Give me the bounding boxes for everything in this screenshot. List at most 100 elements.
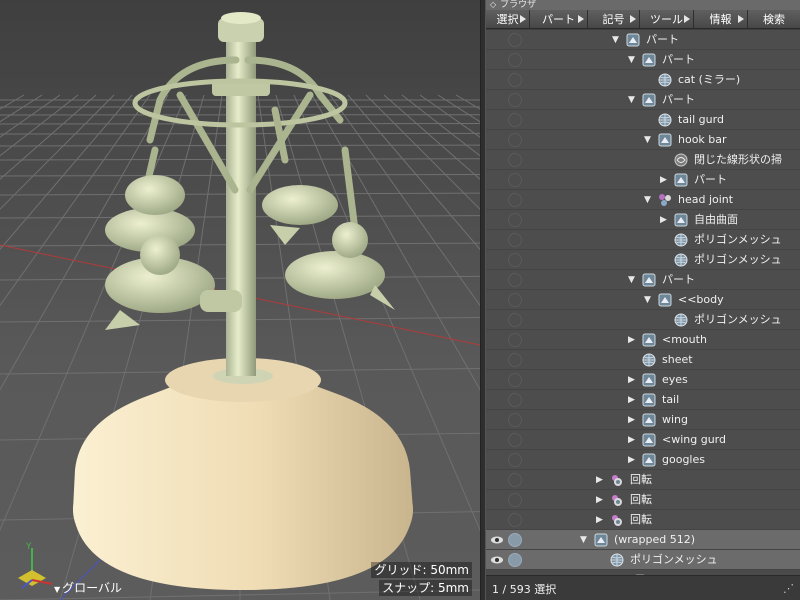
expand-arrow-icon[interactable]: ▶ (628, 390, 635, 410)
lock-toggle[interactable] (508, 313, 522, 327)
tree-row[interactable]: ▶ googles (486, 450, 800, 470)
tree-row[interactable]: sheet (486, 350, 800, 370)
tree-row[interactable]: ▶ <wing gurd (486, 430, 800, 450)
coordinate-system-dropdown[interactable]: ▼ グローバル (54, 579, 122, 596)
tree-row[interactable]: cat (ミラー) (486, 70, 800, 90)
visibility-eye-icon[interactable] (490, 253, 504, 267)
lock-toggle[interactable] (508, 233, 522, 247)
expand-arrow-icon[interactable]: ▶ (628, 430, 635, 450)
expand-arrow-icon[interactable]: ▶ (660, 170, 667, 190)
lock-toggle[interactable] (508, 473, 522, 487)
collapse-arrow-icon[interactable]: ▼ (644, 290, 651, 310)
collapse-arrow-icon[interactable]: ▼ (644, 130, 651, 150)
visibility-eye-icon[interactable] (490, 33, 504, 47)
collapse-arrow-icon[interactable]: ▼ (612, 30, 619, 50)
lock-toggle[interactable] (508, 533, 522, 547)
lock-toggle[interactable] (508, 133, 522, 147)
tree-row[interactable]: ▼ (wrapped 512) (486, 530, 800, 550)
menu-info[interactable]: 情報 (694, 10, 748, 29)
lock-toggle[interactable] (508, 393, 522, 407)
tree-row[interactable]: ポリゴンメッシュ (486, 550, 800, 570)
collapse-icon[interactable]: ◇ (490, 0, 496, 9)
expand-arrow-icon[interactable]: ▶ (628, 330, 635, 350)
lock-toggle[interactable] (508, 253, 522, 267)
3d-viewport[interactable]: Y ▼ グローバル グリッド: 50mm スナップ: 5mm (0, 0, 480, 600)
visibility-eye-icon[interactable] (490, 113, 504, 127)
visibility-eye-icon[interactable] (490, 53, 504, 67)
tree-row[interactable]: ▼ hook bar (486, 130, 800, 150)
visibility-eye-icon[interactable] (490, 513, 504, 527)
tree-row[interactable]: ポリゴンメッシュ (486, 250, 800, 270)
lock-toggle[interactable] (508, 213, 522, 227)
collapse-arrow-icon[interactable]: ▼ (644, 190, 651, 210)
menu-search[interactable]: 検索 (748, 10, 800, 29)
visibility-eye-icon[interactable] (490, 433, 504, 447)
lock-toggle[interactable] (508, 333, 522, 347)
collapse-arrow-icon[interactable]: ▼ (628, 270, 635, 290)
visibility-eye-icon[interactable] (490, 173, 504, 187)
expand-arrow-icon[interactable]: ▶ (628, 450, 635, 470)
visibility-eye-icon[interactable] (490, 393, 504, 407)
tree-row[interactable]: 閉じた線形状の掃 (486, 150, 800, 170)
resize-grip-icon[interactable]: ⋰ (783, 582, 794, 595)
visibility-eye-icon[interactable] (490, 313, 504, 327)
visibility-eye-icon[interactable] (490, 93, 504, 107)
collapse-arrow-icon[interactable]: ▼ (580, 530, 587, 550)
lock-toggle[interactable] (508, 53, 522, 67)
tree-row[interactable]: ▼ <<body (486, 290, 800, 310)
lock-toggle[interactable] (508, 493, 522, 507)
tree-row[interactable]: ▶ 回転 (486, 490, 800, 510)
expand-arrow-icon[interactable]: ▶ (628, 410, 635, 430)
visibility-eye-icon[interactable] (490, 373, 504, 387)
visibility-eye-icon[interactable] (490, 293, 504, 307)
expand-arrow-icon[interactable]: ▶ (628, 370, 635, 390)
lock-toggle[interactable] (508, 453, 522, 467)
lock-toggle[interactable] (508, 33, 522, 47)
visibility-eye-icon[interactable] (490, 233, 504, 247)
lock-toggle[interactable] (508, 513, 522, 527)
tree-row[interactable]: tail gurd (486, 110, 800, 130)
tree-row[interactable]: ▶ tail (486, 390, 800, 410)
lock-toggle[interactable] (508, 73, 522, 87)
visibility-eye-icon[interactable] (490, 153, 504, 167)
lock-toggle[interactable] (508, 353, 522, 367)
collapse-arrow-icon[interactable]: ▼ (628, 50, 635, 70)
tree-row[interactable]: ▼ パート (486, 50, 800, 70)
tree-row[interactable]: ▶ eyes (486, 370, 800, 390)
lock-toggle[interactable] (508, 153, 522, 167)
panel-title-bar[interactable]: ◇ ブラウザ (486, 0, 800, 10)
lock-toggle[interactable] (508, 373, 522, 387)
visibility-eye-icon[interactable] (490, 533, 504, 547)
lock-toggle[interactable] (508, 113, 522, 127)
lock-toggle[interactable] (508, 173, 522, 187)
visibility-eye-icon[interactable] (490, 353, 504, 367)
tree-row[interactable]: ▼ パート (486, 270, 800, 290)
tree-row[interactable]: ▶ 回転 (486, 470, 800, 490)
tree-row[interactable]: ポリゴンメッシュ (486, 230, 800, 250)
visibility-eye-icon[interactable] (490, 413, 504, 427)
visibility-eye-icon[interactable] (490, 493, 504, 507)
tree-row[interactable]: ▼ パート (486, 90, 800, 110)
tree-row[interactable]: ▶ 回転 (486, 510, 800, 530)
visibility-eye-icon[interactable] (490, 333, 504, 347)
visibility-eye-icon[interactable] (490, 453, 504, 467)
expand-arrow-icon[interactable]: ▶ (596, 470, 603, 490)
menu-part[interactable]: パート (530, 10, 588, 29)
visibility-eye-icon[interactable] (490, 73, 504, 87)
part-tree[interactable]: ▼ パート ▼ パート cat (ミラー) ▼ パート tail gurd ▼ hook bar 閉… (486, 30, 800, 575)
lock-toggle[interactable] (508, 93, 522, 107)
visibility-eye-icon[interactable] (490, 213, 504, 227)
lock-toggle[interactable] (508, 273, 522, 287)
tree-row[interactable]: ▶ <mouth (486, 330, 800, 350)
tree-row[interactable]: ▼ head joint (486, 190, 800, 210)
tree-row[interactable]: ▼ パート (486, 30, 800, 50)
visibility-eye-icon[interactable] (490, 273, 504, 287)
tree-row[interactable]: ▶ 自由曲面 (486, 210, 800, 230)
collapse-arrow-icon[interactable]: ▼ (628, 90, 635, 110)
lock-toggle[interactable] (508, 293, 522, 307)
lock-toggle[interactable] (508, 553, 522, 567)
visibility-eye-icon[interactable] (490, 133, 504, 147)
tree-row[interactable]: ポリゴンメッシュ (486, 310, 800, 330)
menu-select[interactable]: 選択 (486, 10, 530, 29)
visibility-eye-icon[interactable] (490, 193, 504, 207)
